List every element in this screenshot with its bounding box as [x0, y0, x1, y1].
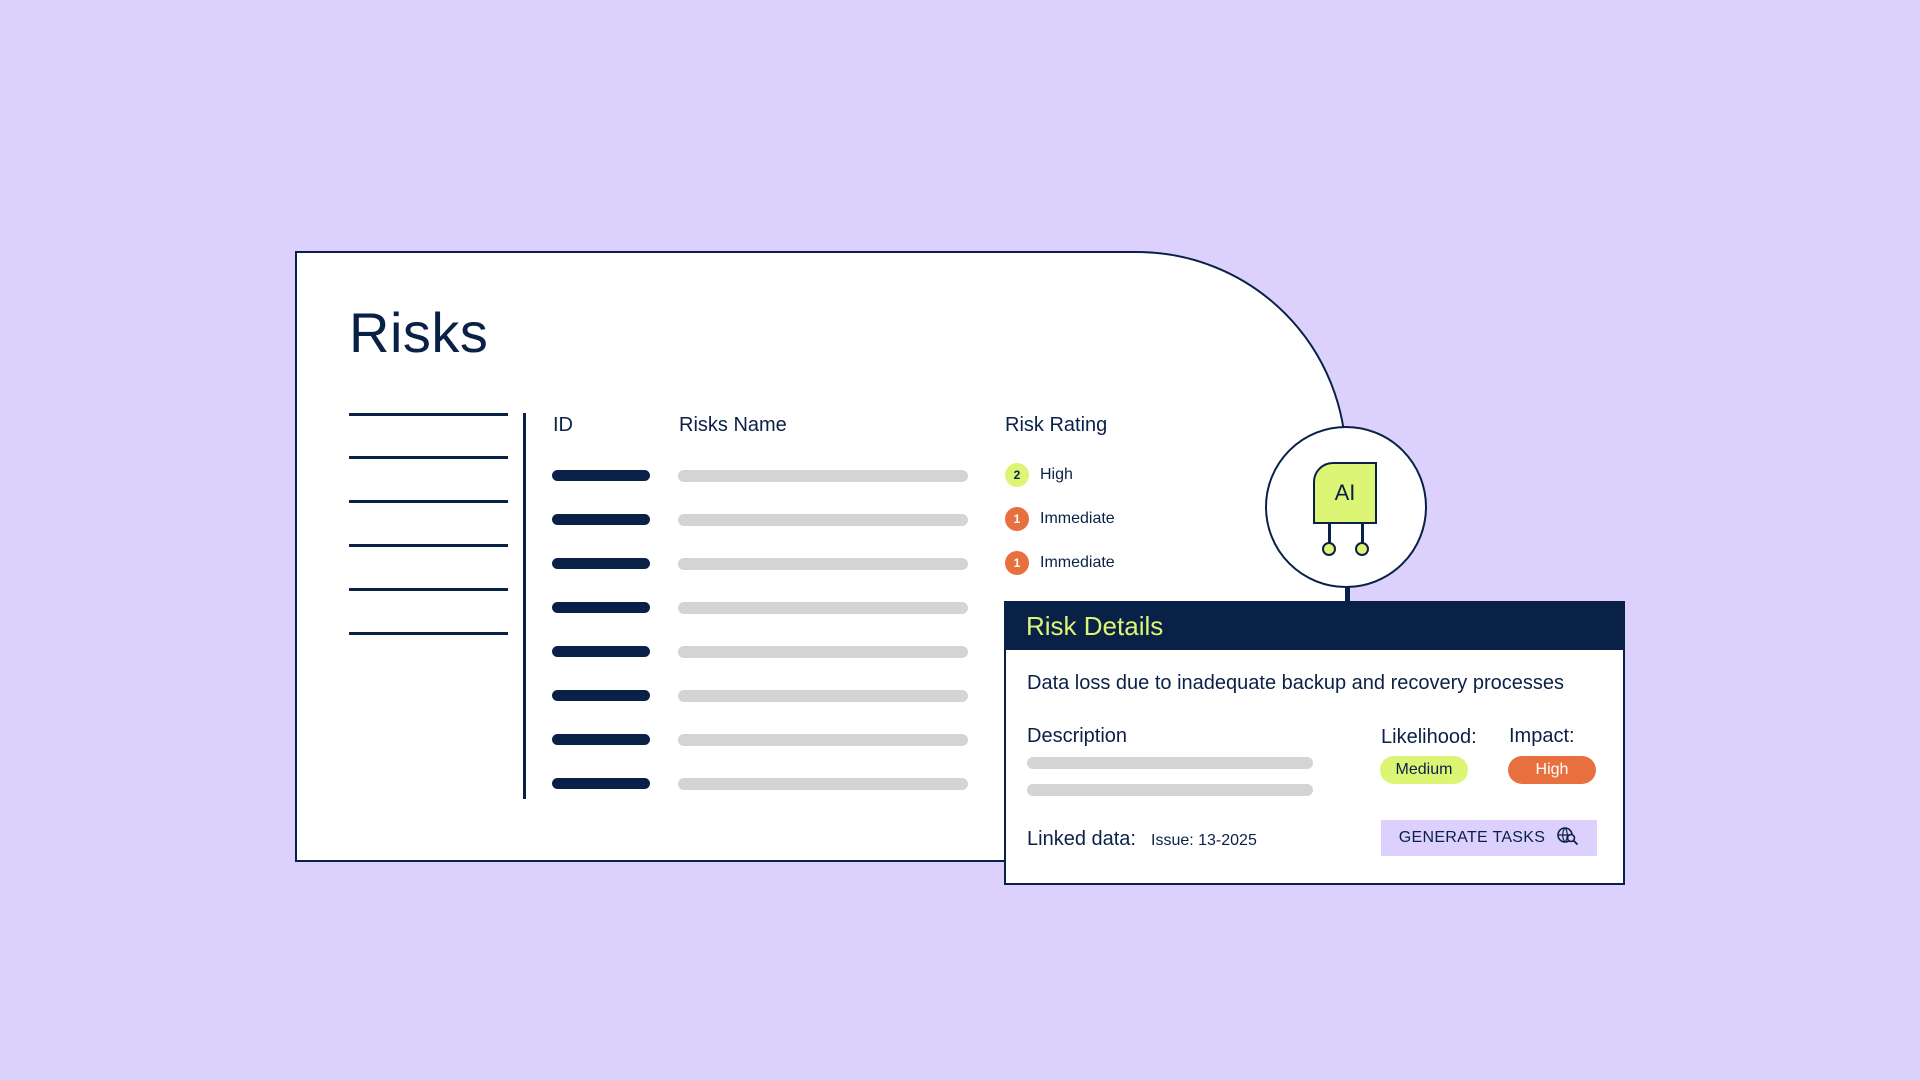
row-name-placeholder	[678, 690, 968, 702]
row-id-placeholder[interactable]	[552, 514, 650, 525]
rating-label: Immediate	[1040, 510, 1115, 527]
rating-count-badge: 1	[1005, 507, 1029, 531]
row-name-placeholder	[678, 734, 968, 746]
row-name-placeholder	[678, 646, 968, 658]
rating-count-badge: 2	[1005, 463, 1029, 487]
description-placeholder	[1027, 784, 1313, 796]
row-id-placeholder[interactable]	[552, 690, 650, 701]
ai-chip-pin-dot	[1355, 542, 1369, 556]
impact-label: Impact:	[1509, 725, 1575, 747]
nav-item[interactable]	[349, 588, 508, 591]
row-id-placeholder[interactable]	[552, 734, 650, 745]
risk-rating: 2 High	[1005, 463, 1073, 487]
likelihood-label: Likelihood:	[1381, 726, 1477, 748]
linked-data-label: Linked data:	[1027, 828, 1136, 850]
ai-label: AI	[1334, 480, 1356, 505]
risk-rating: 1 Immediate	[1005, 551, 1115, 575]
column-header-name[interactable]: Risks Name	[679, 414, 787, 437]
description-label: Description	[1027, 725, 1128, 747]
likelihood-pill: Medium	[1380, 756, 1468, 784]
ai-search-icon	[1557, 826, 1579, 851]
nav-item[interactable]	[349, 456, 508, 459]
row-name-placeholder	[678, 558, 968, 570]
row-id-placeholder[interactable]	[552, 602, 650, 613]
rating-label: Immediate	[1040, 554, 1115, 571]
nav-item[interactable]	[349, 544, 508, 547]
column-header-rating[interactable]: Risk Rating	[1005, 414, 1107, 437]
impact-pill: High	[1508, 756, 1596, 784]
nav-item[interactable]	[349, 413, 508, 416]
generate-tasks-label: GENERATE TASKS	[1398, 829, 1546, 846]
generate-tasks-button[interactable]: GENERATE TASKS	[1381, 820, 1597, 856]
description-placeholder	[1027, 757, 1313, 769]
ai-chip-pin-dot	[1322, 542, 1336, 556]
risk-details-card: Risk Details Data loss due to inadequate…	[1004, 601, 1625, 885]
nav-item[interactable]	[349, 500, 508, 503]
row-id-placeholder[interactable]	[552, 558, 650, 569]
nav-divider	[523, 413, 526, 799]
row-id-placeholder[interactable]	[552, 470, 650, 481]
row-name-placeholder	[678, 778, 968, 790]
row-name-placeholder	[678, 514, 968, 526]
ai-chip-pin	[1328, 524, 1331, 544]
row-id-placeholder[interactable]	[552, 778, 650, 789]
rating-label: High	[1040, 466, 1073, 483]
risk-details-header: Risk Details	[1006, 603, 1623, 650]
column-header-id[interactable]: ID	[553, 414, 573, 437]
rating-count-badge: 1	[1005, 551, 1029, 575]
row-id-placeholder[interactable]	[552, 646, 650, 657]
risk-rating: 1 Immediate	[1005, 507, 1115, 531]
linked-data-value[interactable]: Issue: 13-2025	[1151, 832, 1257, 850]
row-name-placeholder	[678, 470, 968, 482]
ai-chip-icon: AI	[1313, 462, 1377, 524]
ai-chip-pin	[1361, 524, 1364, 544]
nav-item[interactable]	[349, 632, 508, 635]
page-title: Risks	[349, 301, 489, 364]
risk-summary: Data loss due to inadequate backup and r…	[1027, 672, 1565, 694]
row-name-placeholder	[678, 602, 968, 614]
